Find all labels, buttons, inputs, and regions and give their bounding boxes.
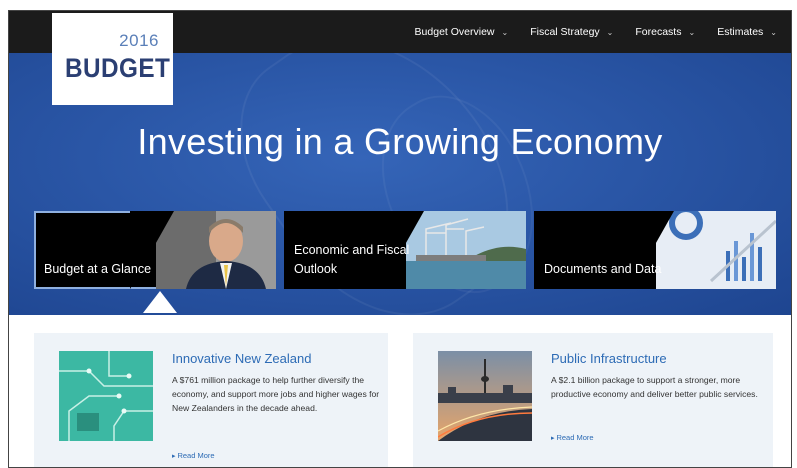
nav-menu: Budget Overview ⌄ Fiscal Strategy ⌄ Fore…: [415, 11, 777, 53]
circuit-board-image: [59, 351, 153, 441]
nav-estimates[interactable]: Estimates ⌄: [717, 26, 777, 38]
card-description: A $761 million package to help further d…: [172, 375, 380, 413]
logo-year: 2016: [119, 31, 159, 50]
feature-card: Innovative New Zealand A $761 million pa…: [34, 333, 388, 467]
chevron-down-icon: ⌄: [501, 27, 509, 37]
hero-title: Investing in a Growing Economy: [137, 121, 663, 162]
tile-economic-and-fiscal-outlook[interactable]: Economic and Fiscal Outlook: [284, 211, 526, 289]
nav-item-label: Forecasts: [635, 26, 682, 38]
card-title[interactable]: Public Infrastructure: [551, 351, 667, 366]
nav-item-label: Fiscal Strategy: [530, 26, 600, 38]
logo-wordmark: BUDGET: [65, 53, 171, 83]
nav-item-label: Estimates: [717, 26, 764, 38]
active-tile-pointer: [143, 291, 177, 313]
budget-logo[interactable]: 2016 BUDGET: [52, 13, 173, 105]
city-motorway-image: [438, 351, 532, 441]
feature-card: Public Infrastructure A $2.1 billion pac…: [413, 333, 773, 467]
chevron-down-icon: ⌄: [606, 27, 614, 37]
portrait-photo: [156, 211, 276, 289]
tile-documents-and-data[interactable]: Documents and Data: [534, 211, 776, 289]
chevron-down-icon: ⌄: [770, 27, 777, 37]
tile-budget-at-a-glance[interactable]: Budget at a Glance: [34, 211, 276, 289]
card-description: A $2.1 billion package to support a stro…: [551, 375, 758, 399]
tile-label: Budget at a Glance: [44, 262, 152, 276]
feature-cards-section: Innovative New Zealand A $761 million pa…: [9, 315, 791, 467]
tile-label: Documents and Data: [544, 262, 662, 276]
card-title[interactable]: Innovative New Zealand: [172, 351, 311, 366]
tile-label: Economic and Fiscal Outlook: [294, 243, 410, 276]
read-more-link[interactable]: Read More: [551, 433, 593, 442]
chevron-down-icon: ⌄: [688, 27, 696, 37]
nav-budget-overview[interactable]: Budget Overview ⌄: [415, 26, 509, 38]
page-frame: Budget Overview ⌄ Fiscal Strategy ⌄ Fore…: [8, 10, 792, 468]
charts-photo: [656, 211, 776, 289]
nav-forecasts[interactable]: Forecasts ⌄: [635, 26, 695, 38]
nav-item-label: Budget Overview: [414, 26, 495, 38]
read-more-link[interactable]: Read More: [172, 451, 214, 460]
nav-fiscal-strategy[interactable]: Fiscal Strategy ⌄: [530, 26, 613, 38]
feature-tiles: Budget at a Glance Economic and Fiscal O…: [34, 211, 776, 289]
